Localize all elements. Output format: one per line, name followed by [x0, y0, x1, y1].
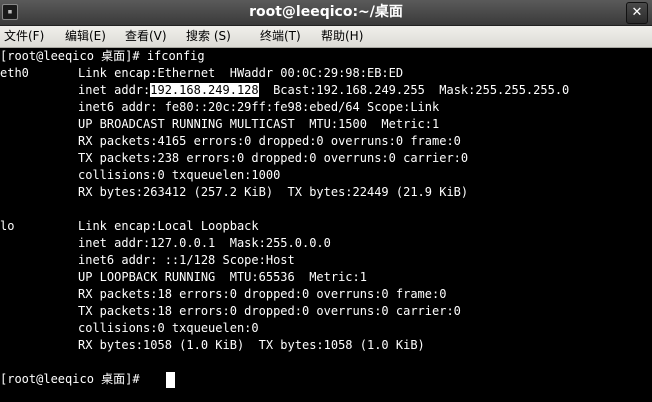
eth0-ip-selection[interactable]: 192.168.249.128	[150, 83, 259, 97]
lo-inet6-line: inet6 addr: ::1/128 Scope:Host	[78, 253, 295, 267]
menu-terminal[interactable]: 终端(T)	[260, 26, 301, 47]
lo-bytes-line: RX bytes:1058 (1.0 KiB) TX bytes:1058 (1…	[78, 338, 425, 352]
eth0-inet-prefix: inet addr:	[78, 83, 151, 97]
prompt-line-1: [root@leeqico 桌面]# ifconfig	[0, 49, 205, 63]
lo-collisions-line: collisions:0 txqueuelen:0	[78, 321, 259, 335]
eth0-label: eth0	[0, 66, 29, 80]
menu-bar: 文件(F) 编辑(E) 查看(V) 搜索 (S) 终端(T) 帮助(H)	[0, 26, 652, 48]
lo-label: lo	[0, 219, 15, 233]
eth0-inet6-line: inet6 addr: fe80::20c:29ff:fe98:ebed/64 …	[78, 100, 440, 114]
menu-search[interactable]: 搜索 (S)	[186, 26, 231, 47]
eth0-tx-packets-line: TX packets:238 errors:0 dropped:0 overru…	[78, 151, 469, 165]
menu-file[interactable]: 文件(F)	[4, 26, 44, 47]
menu-view[interactable]: 查看(V)	[125, 26, 167, 47]
eth0-rx-packets-line: RX packets:4165 errors:0 dropped:0 overr…	[78, 134, 461, 148]
text-cursor	[166, 372, 175, 388]
prompt-line-2: [root@leeqico 桌面]#	[0, 372, 147, 386]
eth0-collisions-line: collisions:0 txqueuelen:1000	[78, 168, 281, 182]
eth0-inet-rest: Bcast:192.168.249.255 Mask:255.255.255.0	[258, 83, 570, 97]
close-button[interactable]: ✕	[626, 2, 648, 24]
lo-rx-packets-line: RX packets:18 errors:0 dropped:0 overrun…	[78, 287, 447, 301]
title-bar[interactable]: ▪ root@leeqico:~/桌面 ✕	[0, 0, 652, 26]
lo-inet-line: inet addr:127.0.0.1 Mask:255.0.0.0	[78, 236, 331, 250]
eth0-link-line: Link encap:Ethernet HWaddr 00:0C:29:98:E…	[78, 66, 404, 80]
lo-tx-packets-line: TX packets:18 errors:0 dropped:0 overrun…	[78, 304, 461, 318]
menu-edit[interactable]: 编辑(E)	[65, 26, 106, 47]
lo-flags-line: UP LOOPBACK RUNNING MTU:65536 Metric:1	[78, 270, 367, 284]
terminal-output[interactable]: [root@leeqico 桌面]# ifconfig eth0 Link en…	[0, 48, 652, 402]
eth0-flags-line: UP BROADCAST RUNNING MULTICAST MTU:1500 …	[78, 117, 440, 131]
eth0-bytes-line: RX bytes:263412 (257.2 KiB) TX bytes:224…	[78, 185, 469, 199]
window-title: root@leeqico:~/桌面	[249, 4, 403, 20]
menu-help[interactable]: 帮助(H)	[321, 26, 363, 47]
eth0-inet-line: inet addr:192.168.249.128 Bcast:192.168.…	[78, 82, 569, 99]
terminal-window: ▪ root@leeqico:~/桌面 ✕ 文件(F) 编辑(E) 查看(V) …	[0, 0, 652, 402]
lo-link-line: Link encap:Local Loopback	[78, 219, 259, 233]
